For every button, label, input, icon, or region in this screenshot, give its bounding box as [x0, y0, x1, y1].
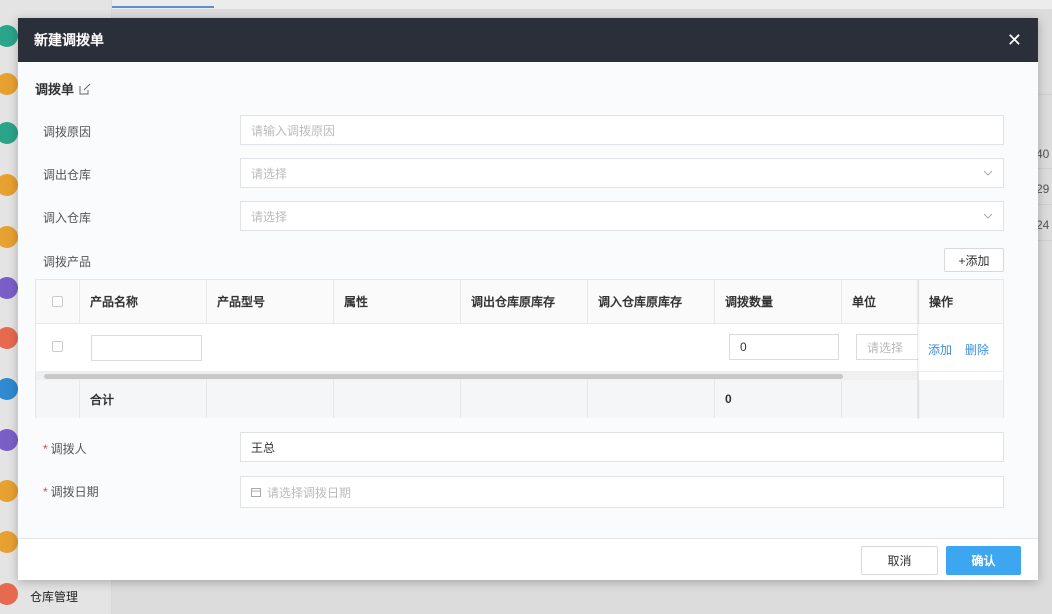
- add-product-button[interactable]: +添加: [944, 248, 1004, 272]
- in-warehouse-placeholder: 请选择: [251, 209, 288, 224]
- table-header: 产品名称: [80, 280, 207, 324]
- table-footer-cell: [334, 380, 461, 418]
- chevron-down-icon: [983, 170, 993, 176]
- transfer-person-label-text: 调拨人: [50, 442, 87, 456]
- table-footer-cell: [207, 380, 334, 418]
- table-footer-cell: [842, 380, 919, 418]
- background-cell-value: 40: [1036, 147, 1050, 161]
- table-header-checkbox-cell: [36, 280, 80, 324]
- transfer-date-picker[interactable]: 请选择调拨日期: [240, 476, 1004, 508]
- out-warehouse-label: 调出仓库: [43, 168, 92, 182]
- transfer-date-label: * 调拨日期: [43, 483, 99, 500]
- scrollbar-thumb[interactable]: [44, 374, 843, 379]
- required-marker: *: [43, 485, 48, 499]
- table-header: 属性: [334, 280, 461, 324]
- quantity-input[interactable]: 0: [729, 334, 839, 360]
- row-checkbox[interactable]: [52, 341, 63, 352]
- table-footer-label: 合计: [80, 380, 207, 418]
- modal-title: 新建调拨单: [34, 32, 104, 48]
- required-marker: *: [43, 442, 48, 456]
- transfer-date-placeholder: 请选择调拨日期: [267, 485, 352, 500]
- background-topbar: [112, 0, 1052, 9]
- table-footer-cell: [588, 380, 715, 418]
- transfer-order-modal: 新建调拨单 ✕ 调拨单 调拨原因 请输入调拨原因 调出仓库 请选择 调入仓库 请…: [18, 18, 1038, 580]
- reason-label: 调拨原因: [43, 125, 92, 139]
- fixed-column-shadow: [917, 280, 920, 419]
- calendar-icon: [251, 488, 261, 497]
- products-label: 调拨产品: [43, 255, 92, 269]
- table-footer-cell: [36, 380, 80, 418]
- background-cell-value: 29: [1036, 182, 1050, 196]
- modal-header: 新建调拨单 ✕: [18, 18, 1038, 62]
- edit-icon[interactable]: [79, 83, 91, 95]
- sidebar-item-warehouse-label[interactable]: 仓库管理: [30, 588, 78, 605]
- transfer-person-label: * 调拨人: [43, 440, 87, 457]
- table-header: 单位: [842, 280, 919, 324]
- table-header: 调入仓库原库存: [588, 280, 715, 324]
- table-footer-total-quantity: 0: [715, 380, 842, 418]
- row-add-link[interactable]: 添加: [928, 341, 952, 358]
- chevron-down-icon: [983, 213, 993, 219]
- products-table: 产品名称 产品型号 属性 调出仓库原库存 调入仓库原库存 调拨数量 单位 操作 …: [35, 279, 1004, 419]
- reason-input[interactable]: 请输入调拨原因: [240, 115, 1004, 145]
- product-name-input[interactable]: [91, 335, 202, 361]
- table-header-actions: 操作: [919, 280, 1003, 324]
- modal-footer: 取消 确认: [18, 538, 1038, 580]
- section-title: 调拨单: [35, 79, 91, 98]
- background-active-tab-indicator: [112, 6, 214, 8]
- transfer-date-label-text: 调拨日期: [50, 485, 99, 499]
- table-header: 调拨数量: [715, 280, 842, 324]
- select-all-checkbox[interactable]: [52, 296, 63, 307]
- out-warehouse-placeholder: 请选择: [251, 166, 288, 181]
- in-warehouse-label: 调入仓库: [43, 211, 92, 225]
- confirm-button[interactable]: 确认: [946, 546, 1021, 575]
- background-row-divider: [1038, 94, 1052, 95]
- transfer-person-input[interactable]: 王总: [240, 432, 1004, 462]
- table-footer-cell: [919, 380, 1003, 418]
- unit-select[interactable]: 请选择: [856, 334, 918, 360]
- background-row-divider: [1038, 168, 1052, 169]
- in-warehouse-select[interactable]: 请选择: [240, 201, 1004, 231]
- background-row-divider: [1038, 240, 1052, 241]
- row-delete-link[interactable]: 删除: [965, 341, 989, 358]
- cancel-button[interactable]: 取消: [861, 546, 938, 575]
- modal-body: 调拨单 调拨原因 请输入调拨原因 调出仓库 请选择 调入仓库 请选择 调拨产品 …: [18, 62, 1038, 538]
- table-horizontal-scrollbar[interactable]: [36, 372, 919, 380]
- out-warehouse-select[interactable]: 请选择: [240, 158, 1004, 188]
- section-title-text: 调拨单: [35, 82, 75, 97]
- close-icon[interactable]: ✕: [1007, 31, 1022, 49]
- table-footer-cell: [461, 380, 588, 418]
- table-header: 产品型号: [207, 280, 334, 324]
- background-row-divider: [1038, 204, 1052, 205]
- reason-placeholder: 请输入调拨原因: [251, 123, 336, 138]
- background-cell-value: 24: [1036, 218, 1050, 232]
- table-header: 调出仓库原库存: [461, 280, 588, 324]
